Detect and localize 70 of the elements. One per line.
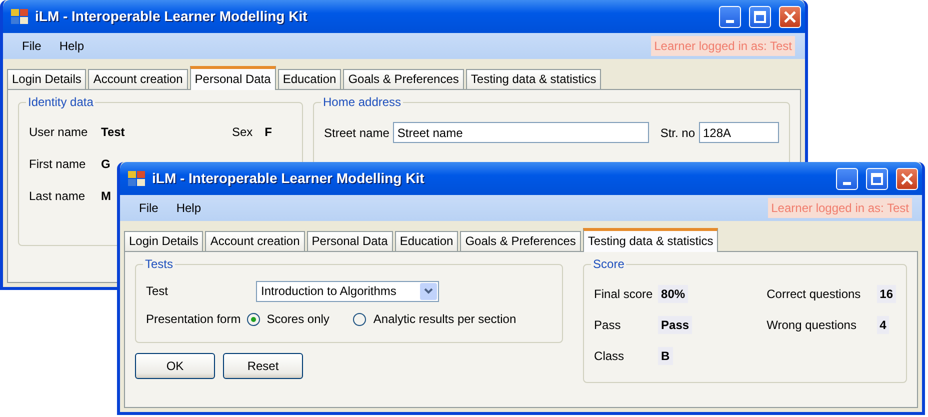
radio-button[interactable] — [246, 312, 260, 326]
group-title: Home address — [322, 96, 402, 108]
minimize-button[interactable] — [836, 168, 858, 190]
maximize-button[interactable] — [749, 6, 771, 28]
tab[interactable]: Goals & Preferences — [460, 231, 581, 251]
dialog-button[interactable]: Reset — [223, 353, 303, 379]
tab[interactable]: Login Details — [124, 231, 204, 251]
field-value: 80% — [658, 284, 688, 302]
app-icon — [11, 8, 29, 24]
tab[interactable]: Testing data & statistics — [582, 228, 718, 252]
field-label: Wrong questions — [766, 316, 858, 334]
chevron-down-icon — [424, 288, 433, 294]
login-status: Learner logged in as: Test — [768, 198, 912, 218]
tab[interactable]: Testing data & statistics — [466, 69, 602, 89]
field-value: F — [264, 124, 272, 141]
field-label: Str. no — [660, 124, 695, 142]
close-button[interactable] — [896, 168, 918, 190]
menu-item[interactable]: File — [130, 199, 168, 217]
field-value: Pass — [658, 316, 692, 334]
option-label: Scores only — [266, 311, 330, 328]
field-label: Presentation form — [146, 311, 241, 328]
minimize-icon — [726, 20, 734, 22]
field-label: Pass — [594, 316, 622, 334]
field-label: Street name — [324, 124, 390, 142]
close-button[interactable] — [779, 6, 801, 28]
field-label: Correct questions — [766, 286, 862, 302]
tab[interactable]: Goals & Preferences — [343, 69, 464, 89]
tab[interactable]: Login Details — [7, 69, 86, 89]
field-value: G — [101, 156, 112, 173]
option-label: Analytic results per section — [373, 311, 516, 328]
field-value: 4 — [876, 316, 890, 334]
field-value: Test — [101, 124, 126, 141]
radio-button[interactable] — [353, 312, 366, 326]
menu-item[interactable]: Help — [50, 37, 94, 55]
number-field[interactable]: 128A — [699, 122, 779, 143]
group-title: Identity data — [27, 96, 94, 108]
group-title: Tests — [144, 258, 174, 270]
minimize-icon — [843, 182, 851, 184]
field-label: Class — [594, 348, 626, 364]
tab[interactable]: Personal Data — [190, 66, 276, 90]
field-label: Final score — [594, 286, 654, 302]
menu-item[interactable]: File — [13, 37, 50, 55]
window-title: iLM - Interoperable Learner Modelling Kit — [152, 169, 426, 188]
tab[interactable]: Education — [278, 69, 342, 89]
field-value: M — [101, 188, 112, 205]
login-status: Learner logged in as: Test — [651, 36, 795, 56]
test-dropdown[interactable]: Introduction to Algorithms — [256, 280, 439, 302]
field-label: Last name — [29, 188, 86, 205]
tab[interactable]: Education — [394, 231, 458, 251]
close-icon — [784, 10, 796, 22]
close-icon — [901, 172, 913, 184]
field-value: 16 — [876, 284, 896, 302]
field-label: Test — [146, 283, 170, 300]
tab[interactable]: Account creation — [88, 69, 188, 89]
app-icon — [128, 170, 146, 186]
tab[interactable]: Personal Data — [306, 231, 393, 251]
field-value: B — [658, 346, 673, 364]
menu-item[interactable]: Help — [167, 199, 210, 217]
maximize-icon — [754, 10, 766, 22]
dialog-button[interactable]: OK — [135, 353, 215, 379]
field-label: Sex — [232, 124, 253, 141]
minimize-button[interactable] — [719, 6, 741, 28]
field-label: User name — [29, 124, 89, 141]
street-field[interactable]: Street name — [393, 122, 650, 143]
maximize-button[interactable] — [866, 168, 888, 190]
group-title: Score — [592, 258, 626, 270]
tab[interactable]: Account creation — [205, 231, 305, 251]
maximize-icon — [871, 172, 883, 184]
field-label: First name — [29, 156, 87, 173]
window-title: iLM - Interoperable Learner Modelling Kit — [35, 7, 308, 26]
